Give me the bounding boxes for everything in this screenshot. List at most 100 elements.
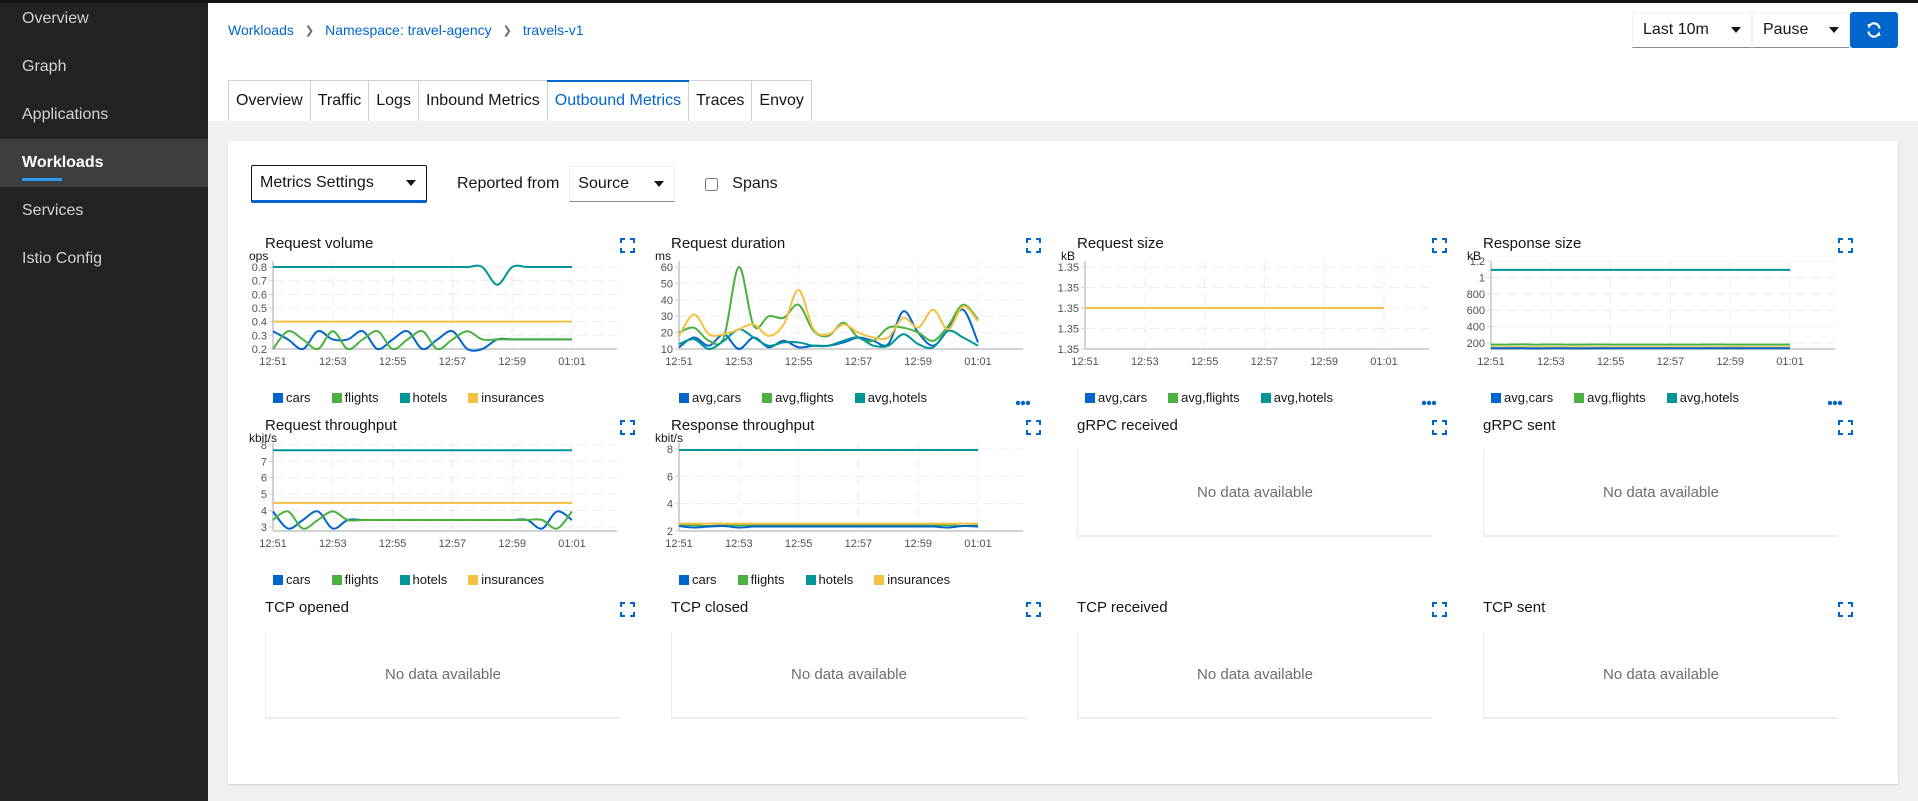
expand-icon[interactable] bbox=[1026, 602, 1041, 617]
x-tick-label: 12:59 bbox=[1310, 356, 1338, 368]
refresh-interval-dropdown[interactable]: Pause bbox=[1752, 12, 1850, 48]
legend-item[interactable]: cars bbox=[679, 572, 717, 587]
sidebar-item-graph[interactable]: Graph bbox=[0, 43, 208, 91]
legend-item[interactable]: flights bbox=[331, 390, 379, 405]
legend-item[interactable]: avg,cars bbox=[1491, 390, 1553, 405]
sidebar-item-istio-config[interactable]: Istio Config bbox=[0, 235, 208, 283]
y-tick-label: 0.3 bbox=[252, 330, 267, 342]
y-tick-label: 0.5 bbox=[252, 303, 267, 315]
x-tick-label: 01:01 bbox=[964, 356, 992, 368]
tab-logs[interactable]: Logs bbox=[369, 81, 419, 121]
legend-swatch bbox=[1491, 392, 1501, 403]
more-legend-icon[interactable] bbox=[1015, 393, 1031, 406]
y-tick-label: 5 bbox=[261, 489, 267, 501]
legend-item[interactable]: hotels bbox=[399, 390, 447, 405]
legend-item[interactable]: avg,hotels bbox=[854, 390, 927, 405]
tab-inbound-metrics[interactable]: Inbound Metrics bbox=[418, 81, 548, 121]
x-tick-label: 12:57 bbox=[1251, 356, 1279, 368]
refresh-button[interactable] bbox=[1850, 12, 1898, 48]
more-legend-icon[interactable] bbox=[1421, 393, 1437, 406]
y-tick-label: 3 bbox=[261, 522, 267, 534]
x-tick-label: 12:57 bbox=[439, 356, 467, 368]
legend-swatch bbox=[1574, 392, 1585, 403]
sidebar-item-applications[interactable]: Applications bbox=[0, 91, 208, 139]
expand-icon[interactable] bbox=[1838, 602, 1853, 617]
series-line-flights bbox=[272, 510, 573, 530]
sidebar-item-services[interactable]: Services bbox=[0, 187, 208, 235]
legend-item[interactable]: avg,hotels bbox=[1666, 390, 1739, 405]
expand-icon[interactable] bbox=[620, 602, 635, 617]
no-data-message: No data available bbox=[1077, 632, 1432, 719]
breadcrumb-namespace[interactable]: Namespace: travel-agency bbox=[325, 22, 492, 38]
spans-checkbox[interactable] bbox=[705, 177, 719, 191]
breadcrumb-workload[interactable]: travels-v1 bbox=[523, 22, 584, 38]
expand-icon[interactable] bbox=[1432, 420, 1447, 435]
legend-item[interactable]: insurances bbox=[468, 390, 544, 405]
tab-outbound-metrics[interactable]: Outbound Metrics bbox=[546, 80, 690, 121]
x-tick-label: 12:59 bbox=[904, 356, 932, 368]
y-tick-label: 600 bbox=[1467, 305, 1485, 317]
legend-item[interactable]: hotels bbox=[805, 572, 853, 587]
panel-title: gRPC sent bbox=[1483, 417, 1556, 434]
tab-envoy[interactable]: Envoy bbox=[752, 81, 811, 121]
legend-item[interactable]: avg,flights bbox=[1168, 390, 1240, 405]
legend-item[interactable]: flights bbox=[737, 572, 785, 587]
time-range-dropdown[interactable]: Last 10m bbox=[1632, 12, 1752, 48]
legend-label: flights bbox=[344, 390, 379, 405]
legend-item[interactable]: cars bbox=[273, 572, 311, 587]
y-tick-label: 4 bbox=[667, 499, 673, 511]
legend-label: avg,cars bbox=[1504, 390, 1554, 405]
legend-item[interactable]: flights bbox=[331, 572, 379, 587]
tab-traces[interactable]: Traces bbox=[689, 81, 753, 121]
legend-label: avg,cars bbox=[1098, 390, 1148, 405]
legend-item[interactable]: avg,cars bbox=[679, 390, 741, 405]
no-data-message: No data available bbox=[1483, 450, 1838, 537]
spans-toggle[interactable]: Spans bbox=[705, 175, 778, 193]
y-tick-label: 1.35 bbox=[1058, 262, 1079, 274]
metrics-settings-dropdown[interactable]: Metrics Settings bbox=[251, 165, 427, 203]
panel-title: Response size bbox=[1483, 235, 1582, 252]
legend-item[interactable]: insurances bbox=[468, 572, 544, 587]
legend-swatch bbox=[1260, 392, 1271, 403]
sidebar-item-overview[interactable]: Overview bbox=[0, 0, 208, 43]
legend-item[interactable]: hotels bbox=[399, 572, 447, 587]
chart-legend: cars flights hotels insurances bbox=[273, 390, 565, 405]
tab-traffic[interactable]: Traffic bbox=[310, 81, 370, 121]
legend-item[interactable]: avg,flights bbox=[762, 390, 834, 405]
expand-icon[interactable] bbox=[1432, 602, 1447, 617]
sidebar-item-workloads[interactable]: Workloads bbox=[0, 139, 208, 187]
y-tick-label: 0.8 bbox=[252, 262, 267, 274]
y-tick-label: 50 bbox=[661, 278, 673, 290]
reported-from-dropdown[interactable]: Source bbox=[569, 166, 676, 202]
legend-label: avg,hotels bbox=[867, 390, 927, 405]
x-tick-label: 01:01 bbox=[1370, 356, 1398, 368]
legend-item[interactable]: cars bbox=[273, 390, 311, 405]
no-data-message: No data available bbox=[671, 632, 1026, 719]
legend-item[interactable]: avg,hotels bbox=[1260, 390, 1333, 405]
expand-icon[interactable] bbox=[1838, 420, 1853, 435]
legend-label: avg,hotels bbox=[1273, 390, 1333, 405]
reported-from-value: Source bbox=[578, 175, 629, 192]
tab-overview[interactable]: Overview bbox=[229, 81, 311, 121]
breadcrumb-workloads[interactable]: Workloads bbox=[228, 22, 294, 38]
legend-label: avg,flights bbox=[1587, 390, 1646, 405]
y-tick-label: 4 bbox=[261, 506, 267, 518]
legend-swatch bbox=[273, 392, 283, 403]
legend-label: insurances bbox=[887, 572, 951, 587]
y-tick-label: 200 bbox=[1467, 338, 1485, 350]
metric-panel: TCP opened No data available bbox=[245, 599, 635, 779]
y-tick-label: 1.2 bbox=[1470, 256, 1485, 268]
legend-item[interactable]: insurances bbox=[874, 572, 950, 587]
panel-title: Response throughput bbox=[671, 417, 815, 434]
legend-item[interactable]: avg,flights bbox=[1574, 390, 1646, 405]
legend-label: cars bbox=[692, 572, 717, 587]
series-line-flights bbox=[272, 330, 572, 351]
x-tick-label: 12:51 bbox=[1477, 356, 1505, 368]
reported-from-label: Reported from bbox=[457, 175, 560, 192]
more-legend-icon[interactable] bbox=[1827, 393, 1843, 406]
time-controls: Last 10m Pause bbox=[1632, 12, 1898, 48]
legend-label: flights bbox=[750, 572, 785, 587]
legend-item[interactable]: avg,cars bbox=[1085, 390, 1147, 405]
panel-title: TCP received bbox=[1077, 599, 1168, 616]
chevron-right-icon: ❯ bbox=[502, 24, 512, 37]
